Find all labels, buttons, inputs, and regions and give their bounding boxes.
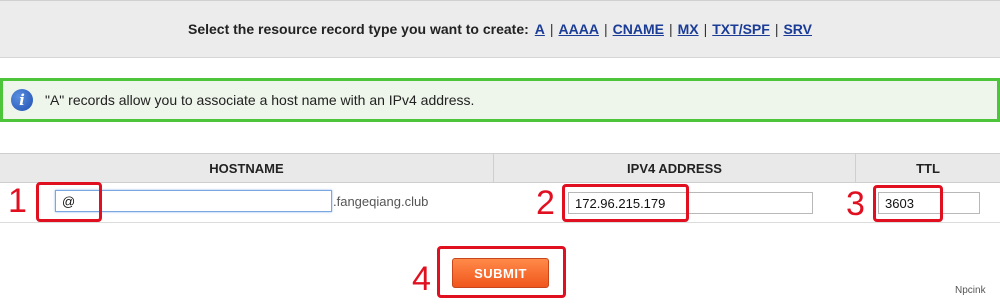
separator: | [774, 21, 779, 37]
separator: | [549, 21, 554, 37]
callout-number-2: 2 [536, 184, 555, 222]
callout-number-3: 3 [846, 185, 865, 223]
type-link-a[interactable]: A [535, 21, 545, 37]
type-link-aaaa[interactable]: AAAA [559, 21, 599, 37]
hostname-column-header: HOSTNAME [0, 154, 494, 182]
separator: | [603, 21, 608, 37]
info-text: "A" records allow you to associate a hos… [45, 92, 475, 108]
separator: | [703, 21, 708, 37]
callout-number-4: 4 [412, 260, 431, 298]
info-icon: i [11, 89, 33, 111]
domain-suffix: .fangeqiang.club [333, 194, 429, 209]
separator: | [668, 21, 673, 37]
submit-button[interactable]: SUBMIT [452, 258, 549, 288]
ttl-column-header: TTL [916, 160, 940, 176]
type-link-cname[interactable]: CNAME [613, 21, 664, 37]
record-table-header: HOSTNAME IPV4 ADDRESS TTL [0, 153, 1000, 183]
record-type-prompt: Select the resource record type you want… [187, 21, 529, 37]
info-message: i "A" records allow you to associate a h… [0, 78, 1000, 122]
watermark: Npcink [955, 285, 986, 296]
type-link-srv[interactable]: SRV [783, 21, 812, 37]
callout-box-ipv4 [562, 184, 689, 222]
callout-number-1: 1 [8, 182, 27, 220]
ipv4-column-header: IPV4 ADDRESS [494, 154, 856, 182]
type-link-mx[interactable]: MX [678, 21, 699, 37]
callout-box-hostname [36, 182, 102, 222]
callout-box-ttl [873, 185, 943, 222]
type-link-txt-spf[interactable]: TXT/SPF [712, 21, 770, 37]
record-type-bar: Select the resource record type you want… [0, 0, 1000, 58]
